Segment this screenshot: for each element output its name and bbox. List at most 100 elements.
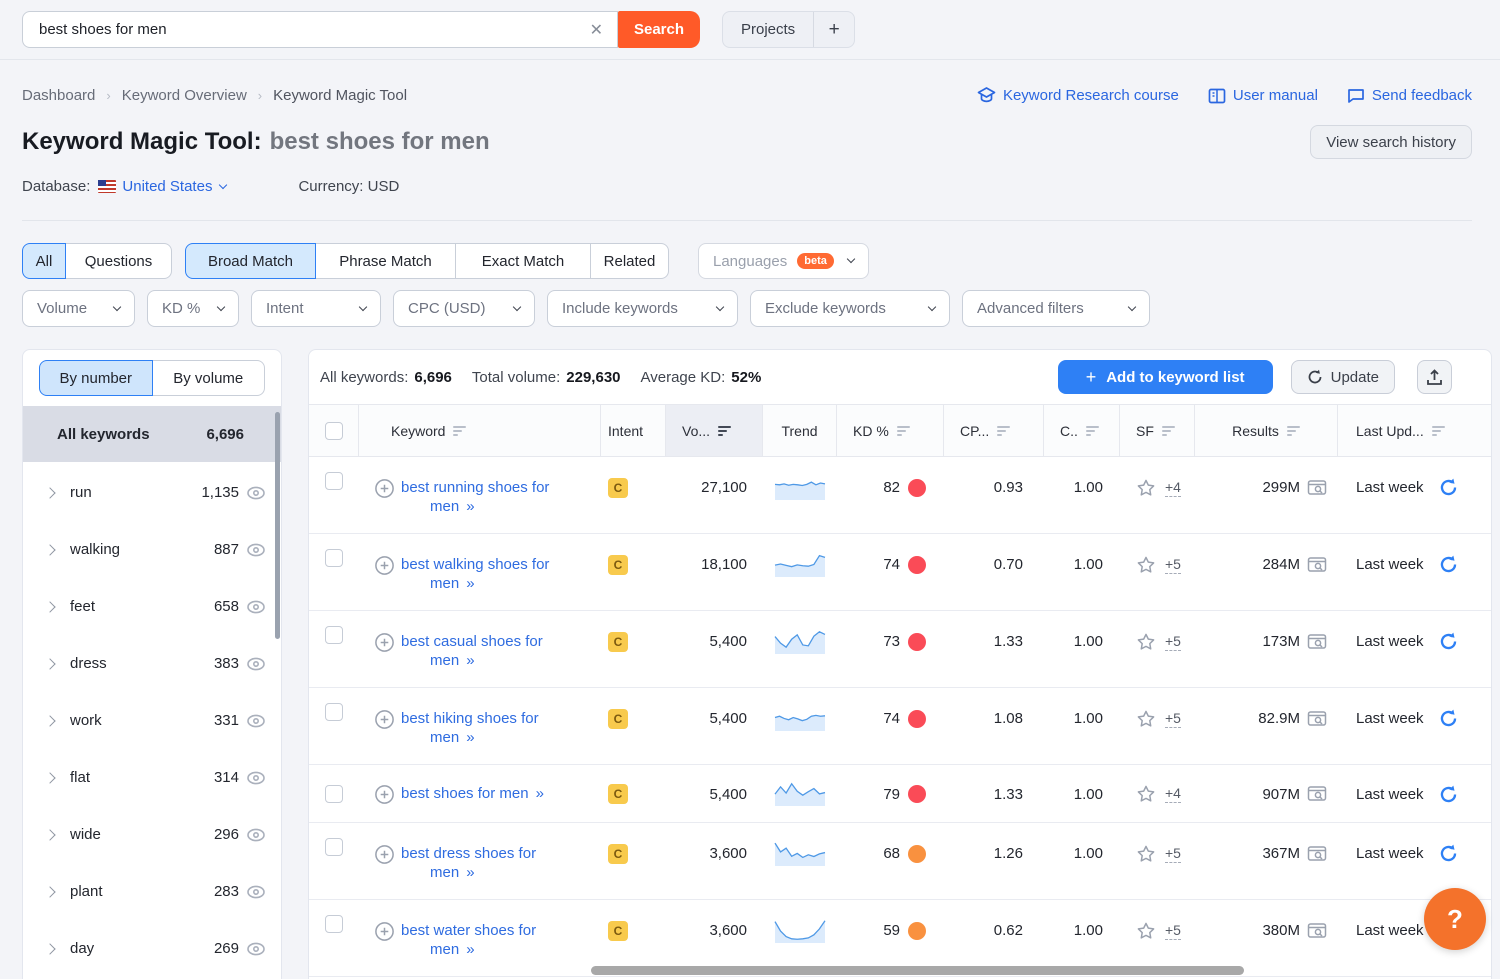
row-checkbox[interactable] — [325, 549, 343, 567]
sort-icon[interactable] — [453, 426, 466, 436]
star-icon[interactable] — [1136, 478, 1156, 498]
sort-icon[interactable] — [997, 426, 1010, 436]
add-keyword-icon[interactable] — [375, 710, 394, 729]
refresh-keyword-icon[interactable] — [1439, 632, 1458, 651]
sort-icon[interactable] — [1287, 426, 1300, 436]
keyword-link[interactable]: best walking shoes for men — [401, 556, 549, 592]
keyword-link[interactable]: best shoes for men — [401, 785, 529, 802]
help-button[interactable]: ? — [1424, 888, 1486, 950]
volume-filter[interactable]: Volume — [22, 290, 135, 327]
search-input-value[interactable]: best shoes for men — [39, 21, 590, 38]
star-icon[interactable] — [1136, 921, 1156, 941]
exclude-keywords-filter[interactable]: Exclude keywords — [750, 290, 950, 327]
row-checkbox[interactable] — [325, 703, 343, 721]
tab-broad-match[interactable]: Broad Match — [185, 243, 316, 279]
refresh-keyword-icon[interactable] — [1439, 785, 1458, 804]
keyword-group-item[interactable]: feet 658 — [23, 578, 281, 635]
eye-icon[interactable] — [246, 882, 266, 902]
refresh-keyword-icon[interactable] — [1439, 844, 1458, 863]
tab-exact-match[interactable]: Exact Match — [455, 243, 591, 279]
serp-features-link[interactable]: +5 — [1165, 845, 1181, 863]
eye-icon[interactable] — [246, 825, 266, 845]
keyword-group-item[interactable]: flat 314 — [23, 749, 281, 806]
open-keyword-icon[interactable]: » — [466, 575, 474, 592]
refresh-keyword-icon[interactable] — [1439, 478, 1458, 497]
serp-preview-icon[interactable] — [1307, 479, 1327, 497]
serp-features-link[interactable]: +4 — [1165, 785, 1181, 803]
add-keyword-icon[interactable] — [375, 785, 394, 804]
keyword-group-item[interactable]: walking 887 — [23, 521, 281, 578]
keyword-group-item[interactable]: dress 383 — [23, 635, 281, 692]
eye-icon[interactable] — [246, 939, 266, 959]
serp-preview-icon[interactable] — [1307, 922, 1327, 940]
tab-all[interactable]: All — [22, 243, 66, 279]
keyword-research-course-link[interactable]: Keyword Research course — [977, 87, 1179, 104]
add-keyword-icon[interactable] — [375, 556, 394, 575]
serp-preview-icon[interactable] — [1307, 556, 1327, 574]
clear-search-icon[interactable]: ✕ — [590, 20, 603, 40]
open-keyword-icon[interactable]: » — [466, 864, 474, 881]
advanced-filters[interactable]: Advanced filters — [962, 290, 1150, 327]
column-keyword[interactable]: Keyword — [359, 405, 601, 456]
serp-preview-icon[interactable] — [1307, 845, 1327, 863]
all-keywords-row[interactable]: All keywords 6,696 — [23, 406, 281, 462]
keyword-group-item[interactable]: wide 296 — [23, 806, 281, 863]
add-project-button[interactable]: + — [814, 12, 854, 47]
row-checkbox[interactable] — [325, 472, 343, 490]
row-checkbox[interactable] — [325, 626, 343, 644]
include-keywords-filter[interactable]: Include keywords — [547, 290, 738, 327]
sort-icon[interactable] — [897, 426, 910, 436]
tab-phrase-match[interactable]: Phrase Match — [315, 243, 456, 279]
database-selector[interactable]: United States — [122, 178, 226, 195]
cpc-filter[interactable]: CPC (USD) — [393, 290, 535, 327]
add-keyword-icon[interactable] — [375, 845, 394, 864]
add-keyword-icon[interactable] — [375, 922, 394, 941]
eye-icon[interactable] — [246, 597, 266, 617]
send-feedback-link[interactable]: Send feedback — [1347, 87, 1472, 104]
serp-features-link[interactable]: +5 — [1165, 556, 1181, 574]
breadcrumb-dashboard[interactable]: Dashboard — [22, 87, 95, 104]
add-keyword-icon[interactable] — [375, 633, 394, 652]
keyword-group-item[interactable]: work 331 — [23, 692, 281, 749]
sort-icon[interactable] — [1162, 426, 1175, 436]
sort-icon[interactable] — [1086, 426, 1099, 436]
select-all-checkbox[interactable] — [325, 422, 343, 440]
serp-features-link[interactable]: +4 — [1165, 479, 1181, 497]
column-kd[interactable]: KD % — [837, 405, 944, 456]
eye-icon[interactable] — [246, 540, 266, 560]
row-checkbox[interactable] — [325, 785, 343, 803]
star-icon[interactable] — [1136, 555, 1156, 575]
projects-button[interactable]: Projects — [723, 12, 814, 47]
keyword-link[interactable]: best running shoes for men — [401, 479, 549, 515]
by-number-toggle[interactable]: By number — [39, 360, 153, 396]
serp-preview-icon[interactable] — [1307, 785, 1327, 803]
horizontal-scrollbar[interactable] — [591, 966, 1244, 975]
languages-dropdown[interactable]: Languages beta — [698, 243, 869, 279]
eye-icon[interactable] — [246, 711, 266, 731]
keyword-group-item[interactable]: day 269 — [23, 920, 281, 977]
sort-icon[interactable] — [718, 426, 731, 436]
star-icon[interactable] — [1136, 844, 1156, 864]
eye-icon[interactable] — [246, 768, 266, 788]
tab-related[interactable]: Related — [590, 243, 669, 279]
kd-filter[interactable]: KD % — [147, 290, 239, 327]
view-search-history-button[interactable]: View search history — [1310, 125, 1472, 159]
keyword-group-item[interactable]: run 1,135 — [23, 464, 281, 521]
keyword-group-item[interactable]: plant 283 — [23, 863, 281, 920]
row-checkbox[interactable] — [325, 915, 343, 933]
sidebar-scrollbar[interactable] — [275, 412, 280, 639]
star-icon[interactable] — [1136, 709, 1156, 729]
open-keyword-icon[interactable]: » — [466, 941, 474, 958]
search-button[interactable]: Search — [618, 11, 700, 48]
tab-questions[interactable]: Questions — [65, 243, 172, 279]
open-keyword-icon[interactable]: » — [536, 785, 544, 802]
column-volume[interactable]: Vo... — [666, 405, 763, 456]
user-manual-link[interactable]: User manual — [1208, 87, 1318, 104]
eye-icon[interactable] — [246, 483, 266, 503]
sort-icon[interactable] — [1432, 426, 1445, 436]
column-last-update[interactable]: Last Upd... — [1338, 405, 1491, 456]
column-serp-features[interactable]: SF — [1120, 405, 1195, 456]
star-icon[interactable] — [1136, 784, 1156, 804]
serp-features-link[interactable]: +5 — [1165, 922, 1181, 940]
column-cpc[interactable]: CP... — [944, 405, 1044, 456]
